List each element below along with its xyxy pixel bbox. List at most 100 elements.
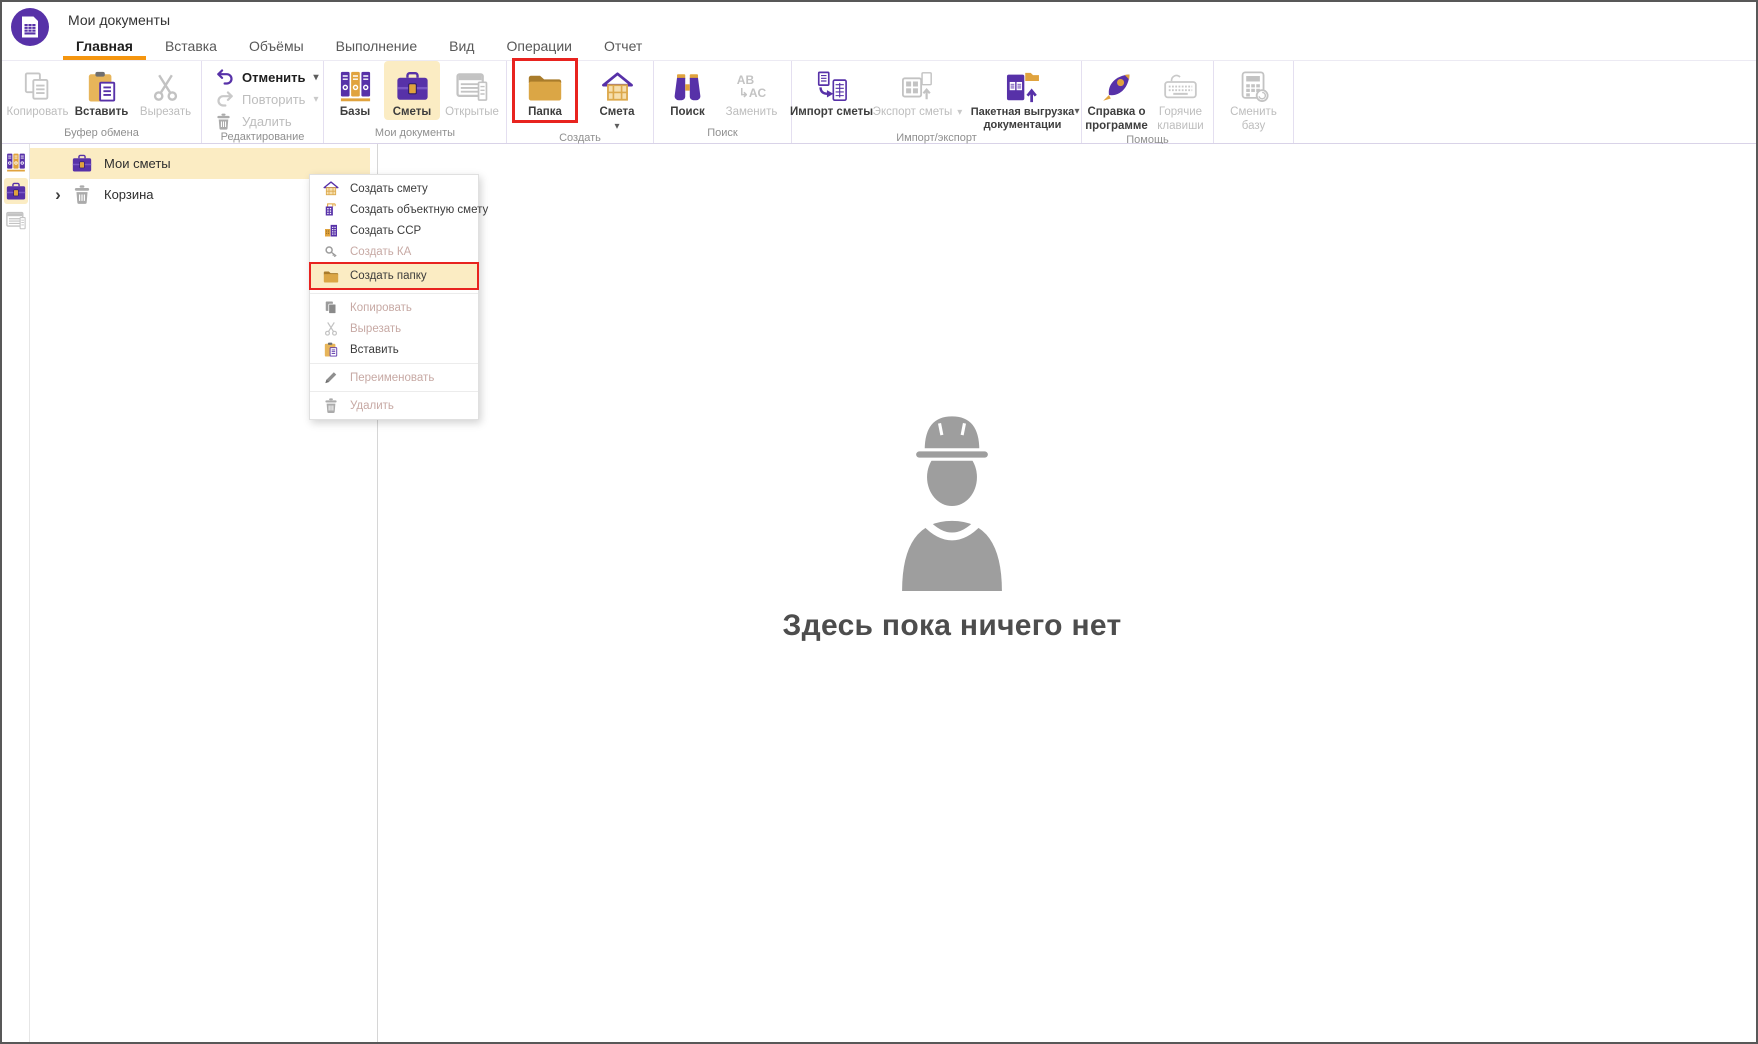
import-estimate-button[interactable]: Импорт сметы — [792, 61, 872, 120]
menu-cut[interactable]: Вырезать — [310, 318, 478, 339]
copy-icon — [23, 68, 53, 105]
estimate-dropdown-caret-icon[interactable] — [614, 122, 619, 132]
group-search: Поиск AB↳AC Заменить Поиск — [654, 61, 792, 143]
ribbon-tab-bar: Главная Вставка Объёмы Выполнение Вид Оп… — [60, 32, 658, 60]
menu-separator — [310, 391, 478, 392]
rail-open-documents-icon[interactable] — [4, 207, 28, 233]
group-label-search: Поиск — [654, 127, 791, 143]
group-help: Справка о программе Горячие клавиши Помо… — [1082, 61, 1214, 143]
chevron-right-icon[interactable] — [44, 185, 72, 205]
help-button[interactable]: Справка о программе — [1084, 61, 1150, 134]
tab-otchet[interactable]: Отчет — [588, 32, 658, 60]
menu-separator — [310, 293, 478, 294]
paste-icon — [323, 342, 339, 358]
group-label-clipboard: Буфер обмена — [2, 127, 201, 143]
hotkeys-button[interactable]: Горячие клавиши — [1150, 61, 1212, 134]
replace-ab-ac-icon: AB↳AC — [737, 68, 766, 105]
window-title: Мои документы — [68, 12, 170, 28]
trash-icon — [72, 185, 93, 205]
bases-button[interactable]: Базы — [326, 61, 384, 120]
briefcase-icon — [72, 154, 93, 174]
search-button[interactable]: Поиск — [659, 61, 717, 120]
menu-paste[interactable]: Вставить — [310, 339, 478, 360]
paste-button[interactable]: Вставить — [71, 61, 133, 120]
app-window: Мои документы Главная Вставка Объёмы Вып… — [0, 0, 1758, 1044]
rail-estimates-icon[interactable] — [4, 178, 28, 204]
cut-icon — [151, 68, 180, 105]
binoculars-icon — [672, 68, 703, 105]
estimates-button[interactable]: Сметы — [384, 61, 440, 120]
open-documents-button[interactable]: Открытые — [440, 61, 504, 120]
table-document-icon — [456, 68, 488, 105]
binders-icon — [339, 68, 372, 105]
rocket-icon — [1101, 68, 1133, 105]
export-estimate-button[interactable]: Экспорт сметы — [872, 61, 964, 120]
building-crane-icon — [323, 202, 339, 218]
copy-icon — [323, 300, 339, 316]
folder-icon — [323, 268, 339, 284]
tab-obyomy[interactable]: Объёмы — [233, 32, 320, 60]
context-menu: Создать смету Создать объектную смету Со… — [309, 174, 479, 420]
empty-state-title: Здесь пока ничего нет — [632, 609, 1272, 643]
tab-vid[interactable]: Вид — [433, 32, 490, 60]
scissors-icon — [323, 321, 339, 337]
construction-worker-icon — [874, 406, 1030, 592]
group-create: Папка Смета Создать — [507, 61, 654, 143]
cut-button[interactable]: Вырезать — [133, 61, 199, 120]
undo-button[interactable]: Отменить — [216, 68, 313, 87]
import-icon — [815, 68, 848, 105]
tab-operacii[interactable]: Операции — [490, 32, 588, 60]
menu-create-folder[interactable]: Создать папку — [309, 262, 479, 290]
menu-delete[interactable]: Удалить — [310, 395, 478, 416]
undo-dropdown-caret-icon[interactable] — [314, 73, 319, 83]
redo-button[interactable]: Повторить — [216, 90, 313, 109]
batch-export-button[interactable]: Пакетная выгрузка документации — [964, 61, 1082, 132]
empty-state: Здесь пока ничего нет — [632, 406, 1272, 643]
menu-copy[interactable]: Копировать — [310, 297, 478, 318]
batch-export-dropdown-caret-icon[interactable] — [1074, 107, 1079, 117]
house-icon — [323, 181, 339, 197]
redo-dropdown-caret-icon[interactable] — [313, 95, 318, 105]
create-folder-button[interactable]: Папка — [515, 61, 575, 120]
replace-button[interactable]: AB↳AC Заменить — [717, 61, 787, 120]
pencil-icon — [323, 370, 339, 386]
export-dropdown-caret-icon[interactable] — [957, 108, 962, 118]
batch-export-icon — [1005, 68, 1040, 105]
group-switch-db: Сменить базу — [1214, 61, 1294, 143]
tab-vstavka[interactable]: Вставка — [149, 32, 233, 60]
folder-icon — [527, 68, 563, 105]
create-estimate-button[interactable]: Смета — [589, 61, 645, 132]
menu-create-ssr[interactable]: Создать ССР — [310, 220, 478, 241]
calculator-refresh-icon — [1238, 68, 1269, 105]
group-label-my-documents: Мои документы — [324, 127, 506, 143]
tab-glavnaya[interactable]: Главная — [60, 32, 149, 60]
switch-db-button[interactable]: Сменить базу — [1224, 61, 1284, 134]
content-area: Здесь пока ничего нет — [379, 144, 1756, 1042]
house-icon — [601, 68, 634, 105]
menu-create-ka[interactable]: Создать КА — [310, 241, 478, 262]
trash-icon — [216, 113, 234, 131]
ribbon: Копировать Вставить Вырезать Буфер обмен… — [2, 60, 1756, 144]
export-icon — [901, 68, 934, 105]
keyboard-icon — [1163, 68, 1198, 105]
menu-rename[interactable]: Переименовать — [310, 367, 478, 388]
delete-button[interactable]: Удалить — [216, 112, 313, 131]
group-clipboard: Копировать Вставить Вырезать Буфер обмен… — [2, 61, 202, 143]
magnifier-key-icon — [323, 244, 339, 260]
buildings-icon — [323, 223, 339, 239]
app-logo-icon[interactable] — [11, 8, 49, 46]
menu-create-object-estimate[interactable]: Создать объектную смету — [310, 199, 478, 220]
group-my-documents: Базы Сметы Открытые Мои документы — [324, 61, 507, 143]
group-editing: Отменить Повторить Удалить Редактировани… — [202, 61, 324, 143]
menu-create-estimate[interactable]: Создать смету — [310, 178, 478, 199]
ribbon-spacer — [1294, 61, 1756, 143]
undo-icon — [216, 69, 234, 87]
tab-vypolnenie[interactable]: Выполнение — [320, 32, 433, 60]
redo-icon — [216, 91, 234, 109]
briefcase-icon — [396, 68, 429, 105]
group-import-export: Импорт сметы Экспорт сметы Пакетная выгр… — [792, 61, 1082, 143]
copy-button[interactable]: Копировать — [5, 61, 71, 120]
trash-icon — [323, 398, 339, 414]
rail-bases-icon[interactable] — [4, 149, 28, 175]
paste-icon — [86, 68, 118, 105]
